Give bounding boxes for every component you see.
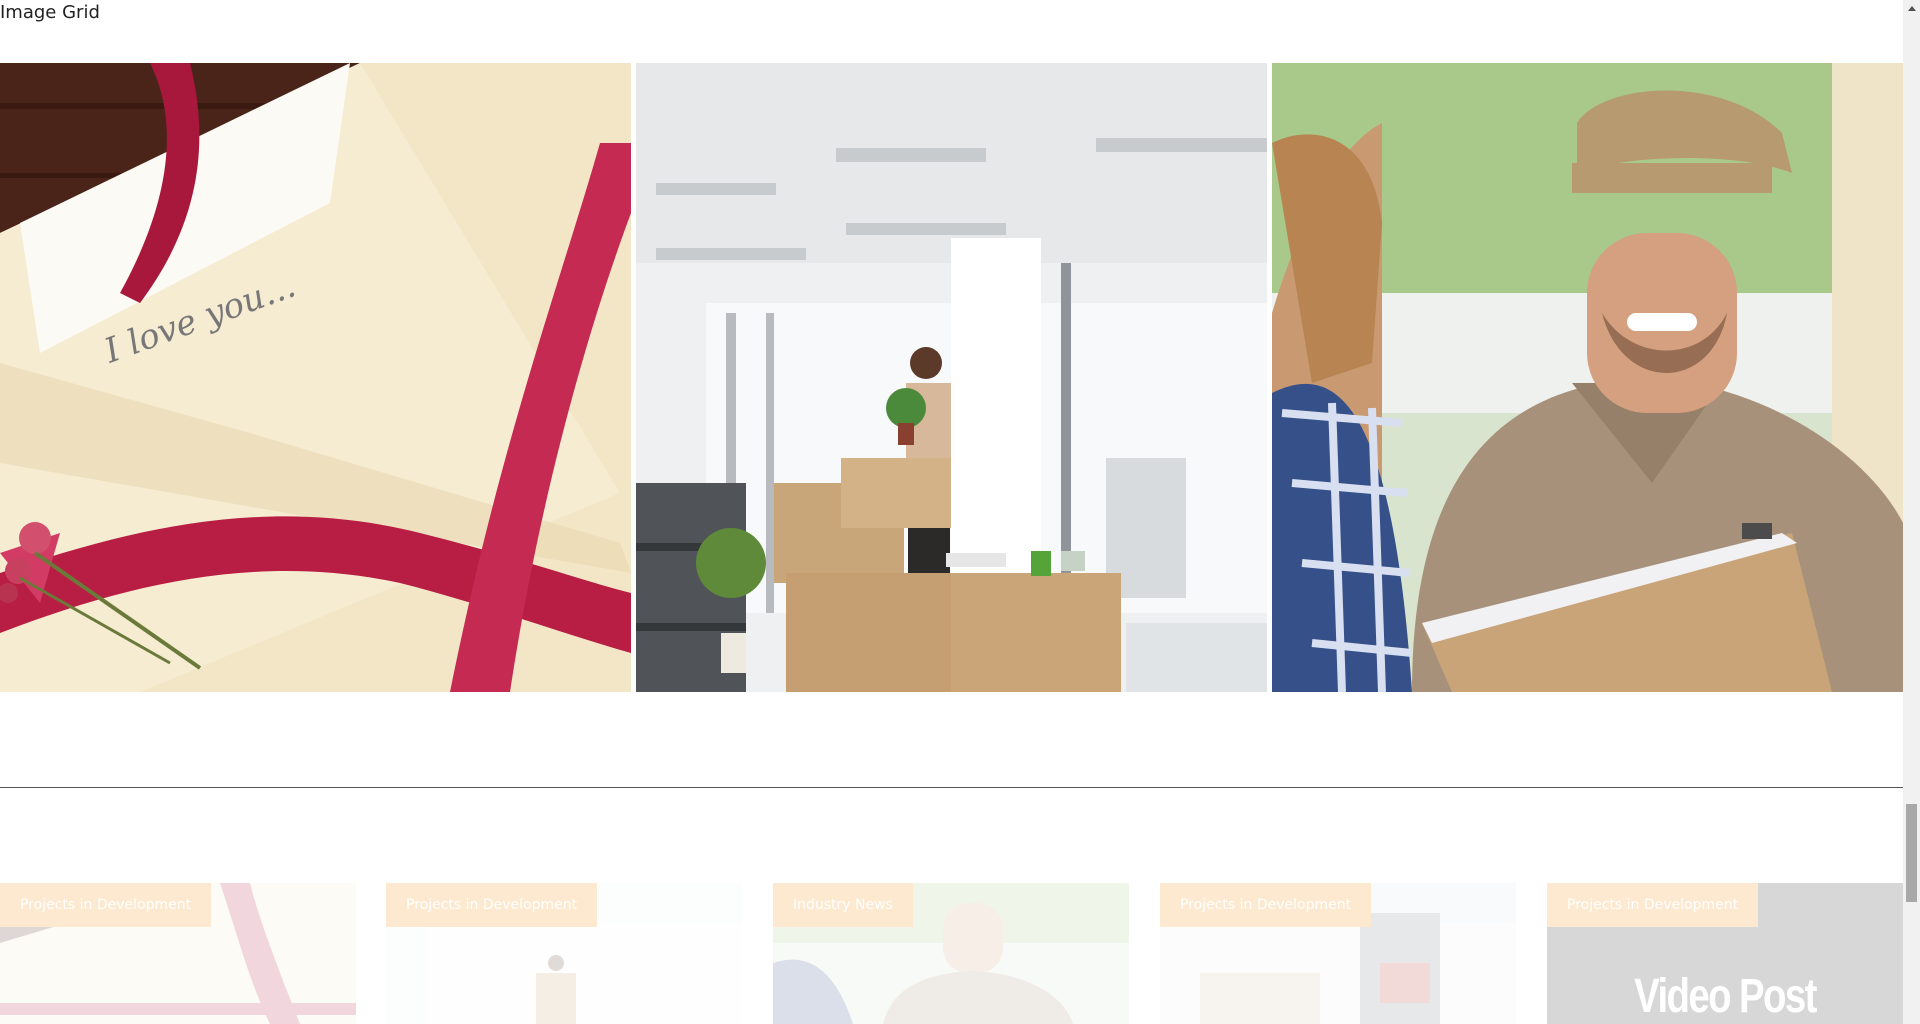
envelope-photo: I love you... bbox=[0, 63, 631, 692]
delivery-man-photo bbox=[1272, 63, 1903, 692]
vertical-scrollbar[interactable] bbox=[1903, 0, 1920, 1024]
post-category-badge[interactable]: Projects in Development bbox=[1160, 883, 1372, 927]
post-category-badge[interactable]: Projects in Development bbox=[386, 883, 598, 927]
office-moving-photo bbox=[636, 63, 1267, 692]
post-category-badge[interactable]: Industry News bbox=[773, 883, 913, 927]
post-card-video[interactable]: Projects in Development Video Post bbox=[1547, 883, 1903, 1024]
post-card[interactable]: Projects in Development bbox=[1160, 883, 1516, 1024]
image-grid: I love you... bbox=[0, 63, 1903, 692]
section-divider bbox=[0, 787, 1903, 788]
post-category-badge[interactable]: Projects in Development bbox=[1547, 883, 1759, 927]
posts-carousel: Projects in Development Projects in Deve… bbox=[0, 883, 1903, 1024]
page: Image Grid I love you... Projects in Dev… bbox=[0, 0, 1920, 1024]
image-grid-item-office-moving[interactable] bbox=[636, 63, 1267, 692]
image-grid-item-envelope[interactable]: I love you... bbox=[0, 63, 631, 692]
scroll-up-arrow-icon[interactable] bbox=[1903, 0, 1920, 17]
section-title: Image Grid bbox=[0, 2, 100, 23]
image-grid-item-delivery-man[interactable] bbox=[1272, 63, 1903, 692]
post-card[interactable]: Projects in Development bbox=[386, 883, 742, 1024]
post-category-badge[interactable]: Projects in Development bbox=[0, 883, 212, 927]
post-card[interactable]: Industry News bbox=[773, 883, 1129, 1024]
post-card[interactable]: Projects in Development bbox=[0, 883, 356, 1024]
video-post-title: Video Post bbox=[1634, 970, 1817, 1023]
scrollbar-thumb[interactable] bbox=[1906, 804, 1917, 902]
page-content: Image Grid I love you... Projects in Dev… bbox=[0, 0, 1903, 1024]
